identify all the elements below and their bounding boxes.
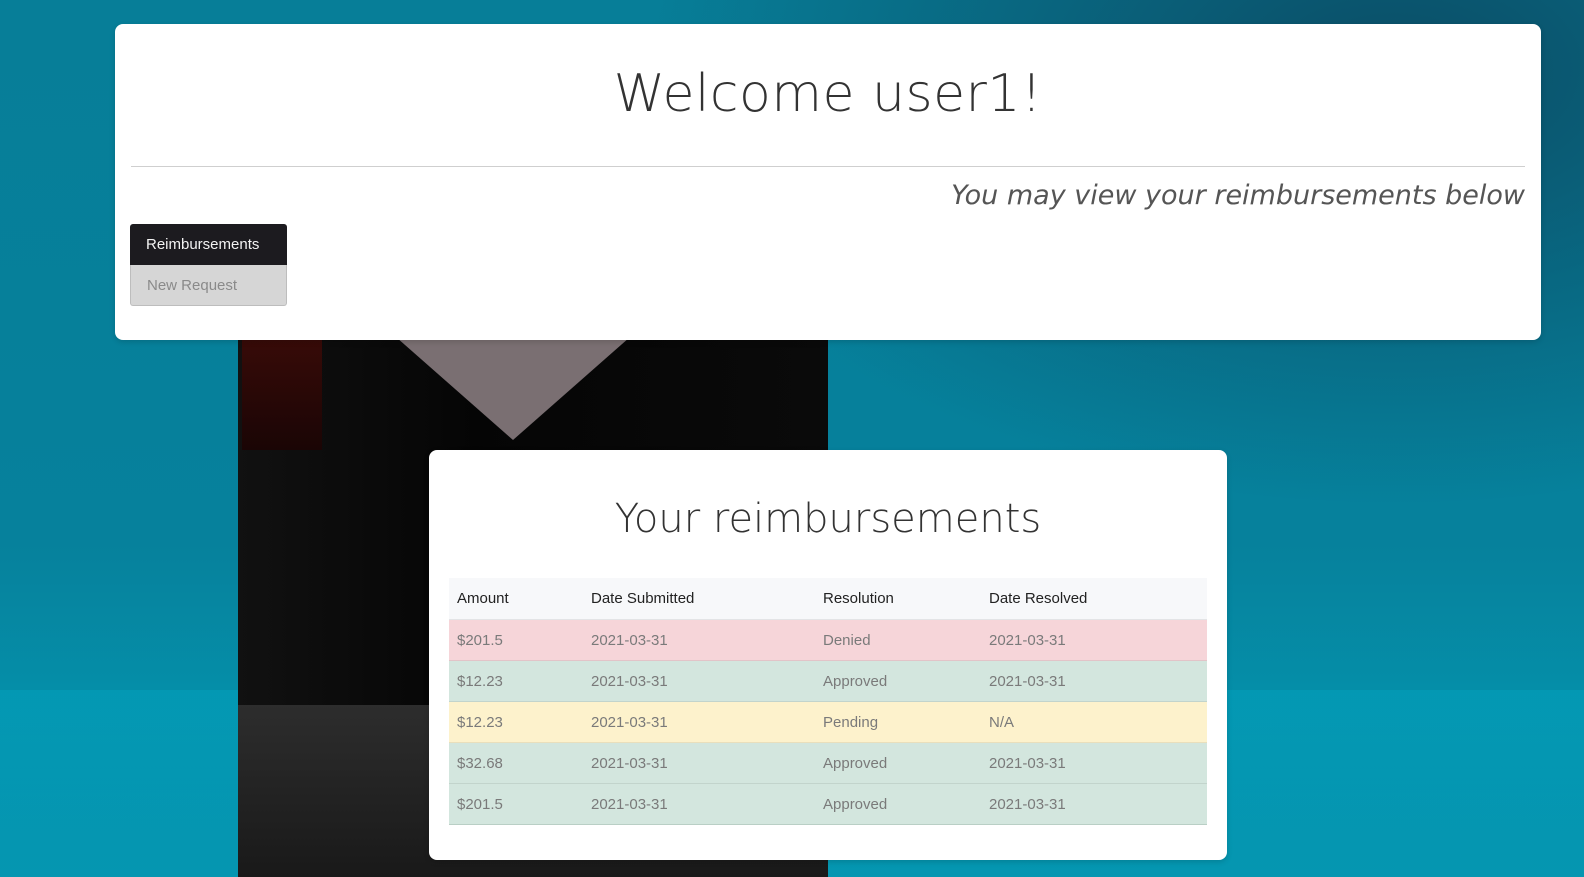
column-header-date-resolved: Date Resolved [981,578,1207,620]
resolution-cell: Approved [815,742,981,784]
column-header-amount: Amount [449,578,583,620]
amount-cell: $12.23 [449,660,583,702]
date-resolved-cell: N/A [981,701,1207,743]
amount-cell: $12.23 [449,701,583,743]
table-header-row: Amount Date Submitted Resolution Date Re… [449,578,1207,620]
reimbursements-panel: Your reimbursements Amount Date Submitte… [429,450,1227,860]
background-red-edge [242,330,322,450]
divider [131,166,1525,167]
resolution-cell: Denied [815,619,981,661]
amount-cell: $201.5 [449,783,583,825]
welcome-panel: Welcome user1! You may view your reimbur… [115,24,1541,340]
table-row: $201.5 2021-03-31 Denied 2021-03-31 [449,619,1207,661]
amount-cell: $32.68 [449,742,583,784]
date-submitted-cell: 2021-03-31 [583,783,815,825]
tab-new-request[interactable]: New Request [130,265,287,306]
resolution-cell: Pending [815,701,981,743]
table-row: $32.68 2021-03-31 Approved 2021-03-31 [449,742,1207,784]
resolution-cell: Approved [815,660,981,702]
reimbursements-table: Amount Date Submitted Resolution Date Re… [449,578,1207,825]
welcome-heading: Welcome user1! [613,64,1043,124]
date-submitted-cell: 2021-03-31 [583,701,815,743]
tab-reimbursements[interactable]: Reimbursements [130,224,287,265]
date-resolved-cell: 2021-03-31 [981,660,1207,702]
date-submitted-cell: 2021-03-31 [583,619,815,661]
nav-tabs: Reimbursements New Request [130,224,287,306]
date-submitted-cell: 2021-03-31 [583,742,815,784]
welcome-subtitle: You may view your reimbursements below [951,180,1525,211]
column-header-date-submitted: Date Submitted [583,578,815,620]
column-header-resolution: Resolution [815,578,981,620]
amount-cell: $201.5 [449,619,583,661]
date-resolved-cell: 2021-03-31 [981,619,1207,661]
table-row: $12.23 2021-03-31 Pending N/A [449,701,1207,743]
background-glass [388,330,638,440]
date-resolved-cell: 2021-03-31 [981,783,1207,825]
reimbursements-title: Your reimbursements [614,496,1042,542]
table-row: $12.23 2021-03-31 Approved 2021-03-31 [449,660,1207,702]
date-resolved-cell: 2021-03-31 [981,742,1207,784]
date-submitted-cell: 2021-03-31 [583,660,815,702]
resolution-cell: Approved [815,783,981,825]
table-row: $201.5 2021-03-31 Approved 2021-03-31 [449,783,1207,825]
